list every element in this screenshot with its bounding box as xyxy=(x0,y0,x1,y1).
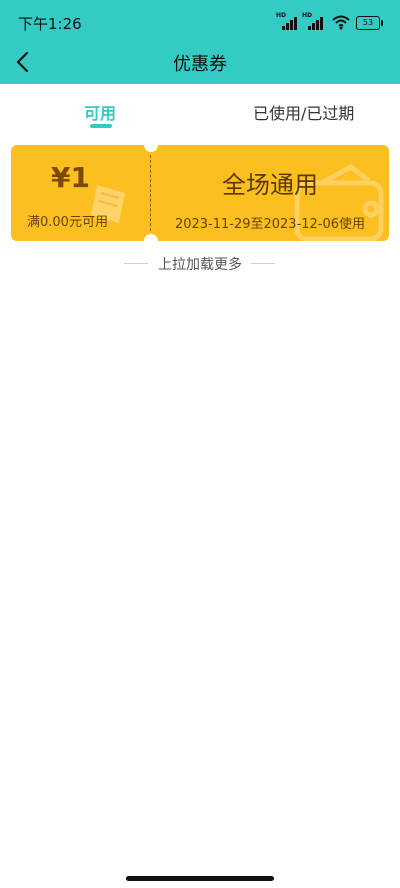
hd-label: HD xyxy=(276,12,287,19)
hd-label: HD xyxy=(302,12,313,19)
tab-indicator xyxy=(90,124,112,128)
tab-bar: 可用 已使用/已过期 xyxy=(0,84,400,134)
status-time: 下午1:26 xyxy=(18,15,82,33)
tab-used-expired[interactable]: 已使用/已过期 xyxy=(253,100,354,124)
battery-level: 53 xyxy=(362,18,374,27)
status-icons: HD HD 53 xyxy=(276,12,386,30)
coupon-condition: 满0.00元可用 xyxy=(27,215,108,230)
page-title: 优惠券 xyxy=(173,54,227,75)
battery-icon: 53 xyxy=(356,16,383,30)
tab-available[interactable]: 可用 xyxy=(84,100,116,124)
coupon-notch-top xyxy=(144,145,158,152)
coupon-card[interactable]: ¥1 满0.00元可用 全场通用 2023-11-29至2023-12-06使用 xyxy=(11,145,389,241)
cellular-signal-icon: HD xyxy=(276,12,304,30)
cellular-signal-icon: HD xyxy=(302,12,330,30)
home-indicator[interactable] xyxy=(126,876,274,881)
load-more-text: 上拉加载更多 xyxy=(158,257,242,273)
nav-bar: 优惠券 xyxy=(0,40,400,84)
status-bar: 下午1:26 HD HD 53 xyxy=(0,0,400,40)
load-more: 上拉加载更多 xyxy=(0,254,400,274)
coupon-amount: ¥1 xyxy=(51,161,90,194)
coupon-validity: 2023-11-29至2023-12-06使用 xyxy=(174,217,366,232)
divider-line xyxy=(251,263,275,264)
wifi-icon xyxy=(332,14,350,30)
app-header: 下午1:26 HD HD 53 优惠券 xyxy=(0,0,400,84)
coupon-name: 全场通用 xyxy=(222,171,318,199)
coupon-notch-bottom xyxy=(144,234,158,241)
